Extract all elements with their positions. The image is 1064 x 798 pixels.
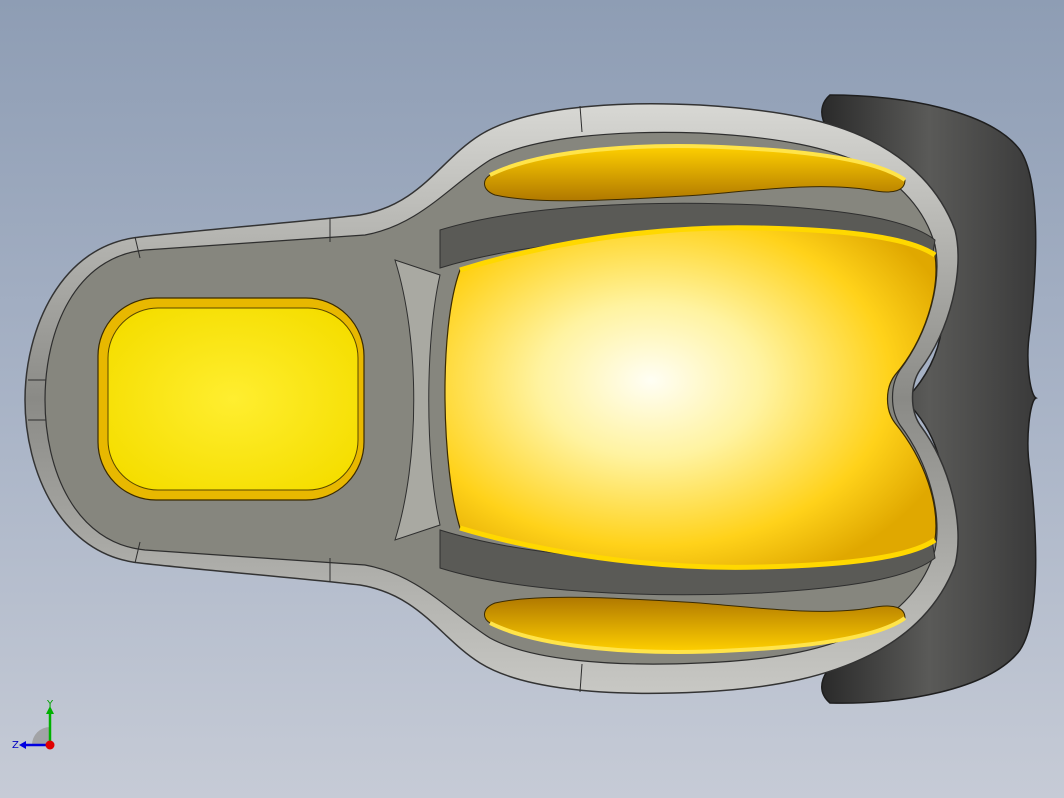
x-axis-icon — [45, 740, 55, 750]
z-axis-label: Z — [12, 740, 19, 751]
y-axis-label: Y — [46, 699, 54, 710]
seat-model-3d[interactable] — [0, 0, 1064, 798]
main-seat-cushion — [444, 227, 937, 568]
graphics-viewport[interactable]: Y Z — [0, 0, 1064, 798]
headrest-cushion — [107, 307, 359, 491]
axis-triad: Y Z — [12, 699, 55, 751]
